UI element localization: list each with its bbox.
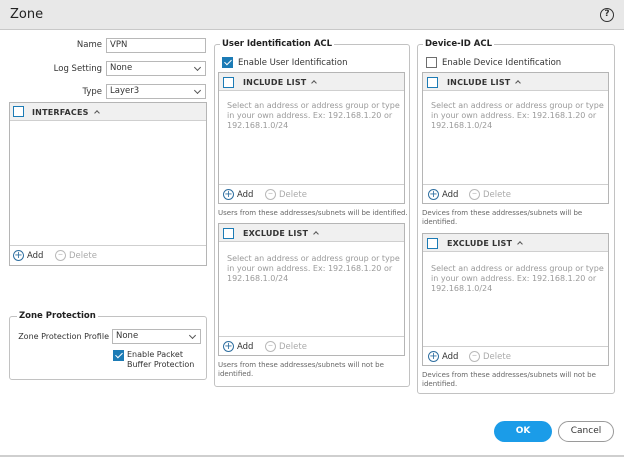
- placeholder-line: 192.168.1.0/24: [431, 121, 493, 130]
- user-id-acl-title: User Identification ACL: [220, 39, 335, 49]
- note-line: identified.: [422, 218, 458, 226]
- user-exclude-header-text[interactable]: EXCLUDE LIST: [243, 229, 319, 238]
- type-value: Layer3: [110, 86, 140, 96]
- ok-button[interactable]: OK: [494, 421, 552, 442]
- user-exclude-add-button[interactable]: Add: [237, 342, 253, 352]
- interfaces-select-all-checkbox[interactable]: [13, 106, 24, 117]
- chevron-down-icon: [188, 331, 197, 340]
- placeholder-line: Select an address or address group or ty…: [227, 101, 400, 110]
- device-include-header-label: INCLUDE LIST: [447, 78, 511, 87]
- chevron-up-icon: [517, 240, 523, 247]
- log-setting-label: Log Setting: [53, 64, 102, 74]
- packet-buffer-label: Enable Packet Buffer Protection: [127, 350, 194, 370]
- device-exclude-select-all-checkbox[interactable]: [427, 238, 438, 249]
- interfaces-panel: [9, 102, 207, 266]
- user-include-placeholder[interactable]: Select an address or address group or ty…: [227, 101, 400, 131]
- device-exclude-header-label: EXCLUDE LIST: [447, 239, 513, 248]
- delete-icon: –: [469, 351, 480, 362]
- note-line: identified.: [422, 380, 458, 388]
- delete-icon: –: [469, 189, 480, 200]
- placeholder-line: 192.168.1.0/24: [431, 284, 493, 293]
- user-exclude-placeholder[interactable]: Select an address or address group or ty…: [227, 254, 400, 284]
- device-id-acl-title: Device-ID ACL: [423, 39, 495, 49]
- user-include-header-label: INCLUDE LIST: [243, 78, 307, 87]
- user-include-note: Users from these addresses/subnets will …: [218, 209, 408, 217]
- chevron-up-icon: [93, 109, 100, 116]
- interfaces-delete-button: Delete: [69, 251, 97, 261]
- zone-protection-profile-select[interactable]: None: [112, 329, 201, 344]
- note-line: identified.: [218, 370, 254, 378]
- delete-icon: –: [265, 189, 276, 200]
- note-line: Users from these addresses/subnets will …: [218, 361, 384, 369]
- interfaces-header-label: INTERFACES: [32, 108, 89, 117]
- placeholder-line: 192.168.1.0/24: [227, 274, 289, 283]
- enable-user-id-label: Enable User Identification: [238, 58, 348, 68]
- zone-protection-profile-label: Zone Protection Profile: [18, 332, 109, 341]
- delete-icon: –: [265, 341, 276, 352]
- placeholder-line: 192.168.1.0/24: [227, 121, 289, 130]
- user-exclude-note: Users from these addresses/subnets will …: [218, 361, 384, 379]
- device-include-add-button[interactable]: Add: [442, 190, 458, 200]
- user-exclude-header-label: EXCLUDE LIST: [243, 229, 309, 238]
- note-line: Devices from these addresses/subnets wil…: [422, 209, 583, 217]
- user-include-add-button[interactable]: Add: [237, 190, 253, 200]
- name-label: Name: [76, 40, 102, 50]
- enable-user-id-checkbox[interactable]: [222, 57, 233, 68]
- user-include-select-all-checkbox[interactable]: [223, 77, 234, 88]
- chevron-down-icon: [193, 63, 202, 72]
- add-icon[interactable]: +: [428, 351, 439, 362]
- device-exclude-placeholder[interactable]: Select an address or address group or ty…: [431, 264, 604, 294]
- device-include-select-all-checkbox[interactable]: [427, 77, 438, 88]
- user-include-header-text[interactable]: INCLUDE LIST: [243, 78, 318, 87]
- zone-protection-profile-value: None: [116, 331, 139, 341]
- device-include-header-text[interactable]: INCLUDE LIST: [447, 78, 522, 87]
- delete-icon: –: [55, 250, 66, 261]
- chevron-up-icon: [515, 79, 522, 86]
- interfaces-add-button[interactable]: Add: [27, 251, 43, 261]
- enable-device-id-checkbox[interactable]: [426, 57, 437, 68]
- chevron-up-icon: [313, 230, 319, 237]
- add-icon[interactable]: +: [428, 189, 439, 200]
- log-setting-select[interactable]: None: [106, 61, 206, 76]
- device-exclude-header-text[interactable]: EXCLUDE LIST: [447, 239, 523, 248]
- note-line: Devices from these addresses/subnets wil…: [422, 371, 596, 379]
- enable-device-id-label: Enable Device Identification: [442, 58, 562, 68]
- placeholder-line: in your own address. Ex: 192.168.1.20 or: [431, 274, 597, 283]
- type-label: Type: [82, 87, 102, 97]
- chevron-down-icon: [193, 86, 202, 95]
- placeholder-line: Select an address or address group or ty…: [431, 101, 604, 110]
- device-exclude-delete-button: Delete: [483, 352, 511, 362]
- zone-protection-title: Zone Protection: [17, 311, 98, 321]
- name-input[interactable]: VPN: [106, 38, 206, 53]
- add-icon[interactable]: +: [223, 189, 234, 200]
- log-setting-value: None: [110, 63, 133, 73]
- user-include-delete-button: Delete: [279, 190, 307, 200]
- device-include-placeholder[interactable]: Select an address or address group or ty…: [431, 101, 604, 131]
- device-exclude-note: Devices from these addresses/subnets wil…: [422, 371, 596, 389]
- placeholder-line: in your own address. Ex: 192.168.1.20 or: [227, 264, 393, 273]
- add-icon[interactable]: +: [223, 341, 234, 352]
- placeholder-line: Select an address or address group or ty…: [227, 254, 400, 263]
- cancel-button[interactable]: Cancel: [558, 421, 614, 442]
- placeholder-line: Select an address or address group or ty…: [431, 264, 604, 273]
- device-include-note: Devices from these addresses/subnets wil…: [422, 209, 582, 227]
- type-select[interactable]: Layer3: [106, 84, 206, 99]
- user-exclude-select-all-checkbox[interactable]: [223, 228, 234, 239]
- placeholder-line: in your own address. Ex: 192.168.1.20 or: [227, 111, 393, 120]
- device-exclude-add-button[interactable]: Add: [442, 352, 458, 362]
- placeholder-line: in your own address. Ex: 192.168.1.20 or: [431, 111, 597, 120]
- user-exclude-delete-button: Delete: [279, 342, 307, 352]
- zone-protection-group: [9, 316, 207, 380]
- packet-buffer-label-line1: Enable Packet: [127, 350, 183, 359]
- help-icon[interactable]: ?: [600, 8, 614, 22]
- device-include-delete-button: Delete: [483, 190, 511, 200]
- packet-buffer-label-line2: Buffer Protection: [127, 360, 195, 369]
- add-icon[interactable]: +: [13, 250, 24, 261]
- chevron-up-icon: [311, 79, 318, 86]
- packet-buffer-checkbox[interactable]: [113, 350, 124, 361]
- dialog-title: Zone: [10, 7, 44, 22]
- interfaces-header-text[interactable]: INTERFACES: [32, 108, 100, 117]
- dialog-titlebar: [0, 0, 624, 30]
